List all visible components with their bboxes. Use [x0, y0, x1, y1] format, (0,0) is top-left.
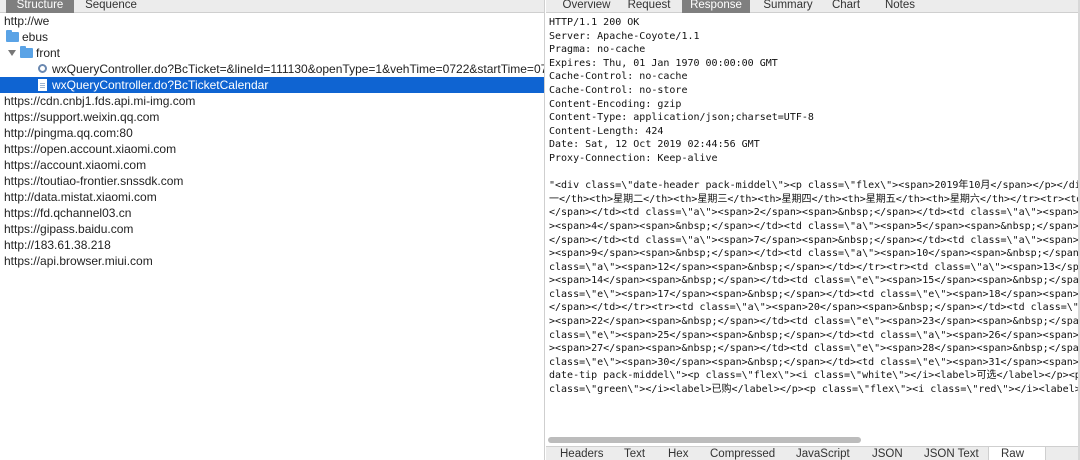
tree-node-label: https://cdn.cnbj1.fds.api.mi-img.com — [4, 94, 196, 108]
format-tab-json-text[interactable]: JSON Text — [924, 447, 988, 460]
host-row[interactable]: https://support.weixin.qq.com — [0, 109, 544, 125]
tree-node[interactable]: ebus — [0, 29, 544, 45]
response-raw-view[interactable]: HTTP/1.1 200 OK Server: Apache-Coyote/1.1… — [549, 16, 1079, 397]
detail-pane: Overview Request Response Summary Chart Notes… — [546, 0, 1080, 460]
format-tab-bar: Headers Text Hex Compressed JavaScript JSON JS… — [546, 446, 1080, 460]
tree-node-label: wxQueryController.do?BcTicket=&lineId=11… — [52, 62, 545, 76]
tab-response[interactable]: Response — [682, 0, 750, 13]
response-body-line: class=\"green\"></i><label>已购</label></p… — [549, 384, 1079, 396]
response-body-line: </span></td><td class=\"a\"><span>7</spa… — [549, 234, 1079, 246]
tab-summary[interactable]: Summary — [756, 0, 820, 13]
response-body-line: class=\"e\"><span>25</span><span>&nbsp;<… — [549, 329, 1079, 341]
host-row[interactable]: https://cdn.cnbj1.fds.api.mi-img.com — [0, 93, 544, 109]
response-body-line: date-tip pack-middel\"><p class=\"flex\"… — [549, 370, 1079, 382]
response-body-line: class=\"e\"><span>17</span><span>&nbsp;<… — [549, 288, 1079, 300]
host-row[interactable]: http://183.61.38.218 — [0, 237, 544, 253]
gear-icon — [38, 64, 47, 73]
response-header-line: Content-Type: application/json;charset=U… — [549, 112, 814, 124]
tree-node-label: https://api.browser.miui.com — [4, 254, 153, 268]
structure-pane: Structure Sequence http://we ebus front wxQ… — [0, 0, 545, 460]
format-tab-text[interactable]: Text — [624, 447, 660, 460]
disclosure-triangle-icon[interactable] — [8, 50, 16, 56]
tree-node-label: https://gipass.baidu.com — [4, 222, 134, 236]
folder-icon — [20, 46, 33, 58]
tab-chart[interactable]: Chart — [826, 0, 866, 13]
host-row[interactable]: http://pingma.qq.com:80 — [0, 125, 544, 141]
response-header-line: Date: Sat, 12 Oct 2019 02:44:56 GMT — [549, 139, 760, 151]
response-body-line: ><span>14</span><span>&nbsp;</span></td>… — [549, 275, 1079, 287]
host-row[interactable]: https://gipass.baidu.com — [0, 221, 544, 237]
response-body-line: </span></td><td class=\"a\"><span>2</spa… — [549, 207, 1079, 219]
scrollbar-thumb[interactable] — [548, 437, 861, 443]
tree-node-label: https://account.xiaomi.com — [4, 158, 147, 172]
detail-tab-bar: Overview Request Response Summary Chart Notes — [546, 0, 1080, 13]
format-tab-raw[interactable]: Raw — [988, 447, 1046, 460]
tree-node-label: https://support.weixin.qq.com — [4, 110, 160, 124]
left-tab-bar: Structure Sequence — [0, 0, 544, 13]
response-body-line: ><span>4</span><span>&nbsp;</span></td><… — [549, 220, 1079, 232]
response-header-line: Cache-Control: no-store — [549, 84, 688, 96]
format-tab-json[interactable]: JSON — [872, 447, 912, 460]
response-header-line: Content-Encoding: gzip — [549, 98, 682, 110]
horizontal-scrollbar[interactable] — [548, 437, 1078, 444]
response-header-line: Proxy-Connection: Keep-alive — [549, 152, 718, 164]
format-tab-headers[interactable]: Headers — [560, 447, 614, 460]
tree-node-label: https://toutiao-frontier.snssdk.com — [4, 174, 184, 188]
host-row[interactable]: https://api.browser.miui.com — [0, 253, 544, 269]
host-row[interactable]: https://fd.qchannel03.cn — [0, 205, 544, 221]
tab-structure[interactable]: Structure — [6, 0, 74, 13]
tree-node-label: ebus — [22, 30, 49, 44]
host-row[interactable]: http://we — [0, 13, 544, 29]
tree-node[interactable]: wxQueryController.do?BcTicket=&lineId=11… — [0, 61, 545, 77]
response-body-line: ><span>22</span><span>&nbsp;</span></td>… — [549, 316, 1079, 328]
host-row[interactable]: https://open.account.xiaomi.com — [0, 141, 544, 157]
response-header-line: Pragma: no-cache — [549, 44, 646, 56]
tab-overview[interactable]: Overview — [559, 0, 614, 13]
format-tab-javascript[interactable]: JavaScript — [796, 447, 858, 460]
tab-sequence[interactable]: Sequence — [78, 0, 144, 13]
tree-node-label: https://open.account.xiaomi.com — [4, 142, 177, 156]
response-body-line: ><span>27</span><span>&nbsp;</span></td>… — [549, 343, 1079, 355]
format-tab-hex[interactable]: Hex — [668, 447, 702, 460]
response-header-line: Content-Length: 424 — [549, 125, 664, 137]
tree-node[interactable]: wxQueryController.do?BcTicketCalendar — [0, 77, 544, 93]
response-body-line: "<div class=\"date-header pack-middel\">… — [549, 180, 1079, 192]
format-tab-compressed[interactable]: Compressed — [710, 447, 786, 460]
tree-node-label: wxQueryController.do?BcTicketCalendar — [52, 78, 269, 92]
response-body-line: class=\"a\"><span>12</span><span>&nbsp;<… — [549, 261, 1079, 273]
tree-node-label: http://pingma.qq.com:80 — [4, 126, 133, 140]
document-icon — [38, 79, 47, 91]
response-body-line: 一</th><th>星期二</th><th>星期三</th><th>星期四</t… — [549, 193, 1079, 205]
tree-node-label: http://we — [4, 14, 50, 28]
host-tree: http://we ebus front wxQueryController.do?B… — [0, 13, 545, 269]
response-header-line: Server: Apache-Coyote/1.1 — [549, 30, 700, 42]
tree-node[interactable]: front — [0, 45, 544, 61]
host-row[interactable]: http://data.mistat.xiaomi.com — [0, 189, 544, 205]
response-header-line: HTTP/1.1 200 OK — [549, 17, 640, 28]
host-row[interactable]: https://toutiao-frontier.snssdk.com — [0, 173, 544, 189]
response-header-line: Expires: Thu, 01 Jan 1970 00:00:00 GMT — [549, 57, 778, 69]
host-row[interactable]: https://account.xiaomi.com — [0, 157, 544, 173]
response-body-line: class=\"e\"><span>30</span><span>&nbsp;<… — [549, 356, 1079, 368]
response-header-line: Cache-Control: no-cache — [549, 71, 688, 83]
response-body-line: ><span>9</span><span>&nbsp;</span></td><… — [549, 248, 1079, 260]
tree-node-label: front — [36, 46, 61, 60]
tab-notes[interactable]: Notes — [876, 0, 924, 13]
tree-node-label: http://data.mistat.xiaomi.com — [4, 190, 157, 204]
tree-node-label: https://fd.qchannel03.cn — [4, 206, 132, 220]
tree-node-label: http://183.61.38.218 — [4, 238, 111, 252]
response-body-line: </span></td></tr><tr><td class=\"a\"><sp… — [549, 302, 1079, 314]
folder-icon — [6, 30, 19, 42]
tab-request[interactable]: Request — [620, 0, 678, 13]
